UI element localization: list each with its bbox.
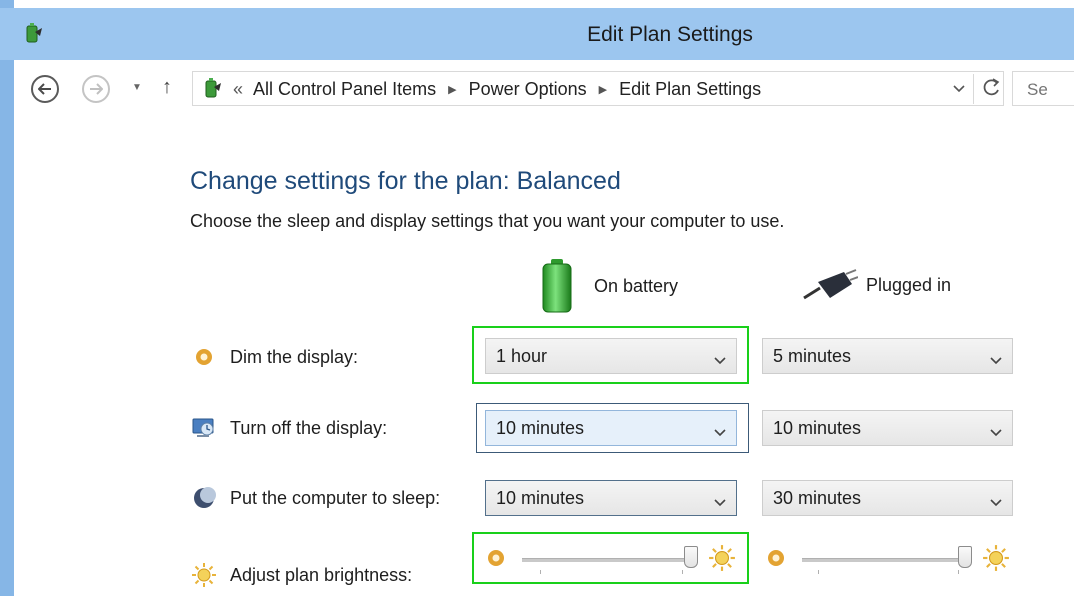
- brightness-sun-icon: [190, 561, 218, 589]
- turn-off-display-row: Turn off the display:: [190, 414, 387, 442]
- breadcrumb-separator-icon[interactable]: ▶: [599, 83, 607, 96]
- arrow-left-icon: [38, 83, 51, 95]
- page-description: Choose the sleep and display settings th…: [190, 211, 785, 231]
- brightness-label: Adjust plan brightness:: [230, 564, 413, 585]
- dim-display-battery-select[interactable]: 1 hour: [485, 338, 737, 374]
- recent-locations-chevron-icon[interactable]: ▼: [132, 82, 142, 93]
- battery-icon: [542, 259, 572, 313]
- address-dropdown-icon[interactable]: [953, 80, 965, 96]
- chevron-down-icon: [714, 421, 726, 442]
- on-battery-label: On battery: [594, 275, 679, 296]
- brightness-battery-slider[interactable]: [482, 540, 744, 580]
- column-header-plugged: Plugged in: [800, 268, 951, 302]
- selected-value: 10 minutes: [773, 418, 862, 438]
- power-plug-icon: [803, 269, 858, 300]
- turn-off-display-battery-select[interactable]: 10 minutes: [485, 410, 737, 446]
- search-input[interactable]: [1025, 74, 1074, 106]
- turn-off-display-label: Turn off the display:: [230, 417, 388, 438]
- sleep-label: Put the computer to sleep:: [230, 487, 441, 508]
- up-arrow-icon[interactable]: ↑: [162, 76, 172, 99]
- slider-tick: [958, 570, 959, 574]
- chevron-down-icon: [714, 349, 726, 370]
- slider-tick: [818, 570, 819, 574]
- column-header-battery: On battery: [540, 258, 678, 314]
- slider-tick: [540, 570, 541, 574]
- window-title: Edit Plan Settings: [587, 23, 753, 46]
- slider-tick: [682, 570, 683, 574]
- breadcrumb-item[interactable]: Edit Plan Settings: [619, 79, 761, 100]
- breadcrumb: « All Control Panel Items ▶ Power Option…: [233, 79, 761, 100]
- moon-icon: [190, 484, 218, 512]
- selected-value: 5 minutes: [773, 346, 852, 366]
- address-bar[interactable]: « All Control Panel Items ▶ Power Option…: [192, 71, 1004, 106]
- refresh-icon[interactable]: [983, 77, 1001, 102]
- dim-sun-icon: [766, 548, 786, 573]
- control-panel-icon: [201, 77, 223, 101]
- brightness-row: Adjust plan brightness:: [190, 561, 412, 589]
- selected-value: 10 minutes: [496, 488, 585, 508]
- selected-value: 1 hour: [496, 346, 548, 366]
- sleep-row: Put the computer to sleep:: [190, 484, 440, 512]
- bright-sun-icon: [708, 544, 736, 577]
- back-button[interactable]: [31, 75, 59, 103]
- sleep-battery-select[interactable]: 10 minutes: [485, 480, 737, 516]
- plugged-in-label: Plugged in: [866, 274, 952, 295]
- slider-thumb[interactable]: [684, 546, 698, 568]
- page-title: Change settings for the plan: Balanced: [190, 167, 621, 195]
- address-divider: [973, 74, 974, 104]
- monitor-icon: [190, 414, 218, 442]
- chevron-down-icon: [990, 349, 1002, 370]
- slider-thumb[interactable]: [958, 546, 972, 568]
- brightness-plugged-slider[interactable]: [762, 540, 1018, 580]
- dim-display-row: Dim the display:: [190, 343, 358, 371]
- slider-track: [802, 558, 972, 562]
- chevron-down-icon: [714, 491, 726, 512]
- dim-sun-icon: [486, 548, 506, 573]
- search-box[interactable]: [1012, 71, 1074, 106]
- navigation-bar: ▼ ↑ « All Control Panel Items ▶ Power Op…: [14, 60, 1074, 118]
- window-frame-left: [0, 0, 14, 596]
- dim-display-plugged-select[interactable]: 5 minutes: [762, 338, 1013, 374]
- breadcrumb-overflow-icon[interactable]: «: [233, 79, 243, 100]
- breadcrumb-item[interactable]: Power Options: [469, 79, 587, 100]
- sleep-plugged-select[interactable]: 30 minutes: [762, 480, 1013, 516]
- bright-sun-icon: [982, 544, 1010, 577]
- breadcrumb-item[interactable]: All Control Panel Items: [253, 79, 436, 100]
- chevron-down-icon: [990, 421, 1002, 442]
- chevron-down-icon: [990, 491, 1002, 512]
- selected-value: 30 minutes: [773, 488, 862, 508]
- selected-value: 10 minutes: [496, 418, 585, 438]
- turn-off-display-plugged-select[interactable]: 10 minutes: [762, 410, 1013, 446]
- arrow-right-icon: [90, 83, 103, 95]
- slider-track: [522, 558, 698, 562]
- dim-display-label: Dim the display:: [230, 346, 359, 367]
- forward-button[interactable]: [82, 75, 110, 103]
- breadcrumb-separator-icon[interactable]: ▶: [448, 83, 456, 96]
- dim-display-icon: [190, 343, 218, 371]
- title-bar: Edit Plan Settings: [0, 8, 1074, 60]
